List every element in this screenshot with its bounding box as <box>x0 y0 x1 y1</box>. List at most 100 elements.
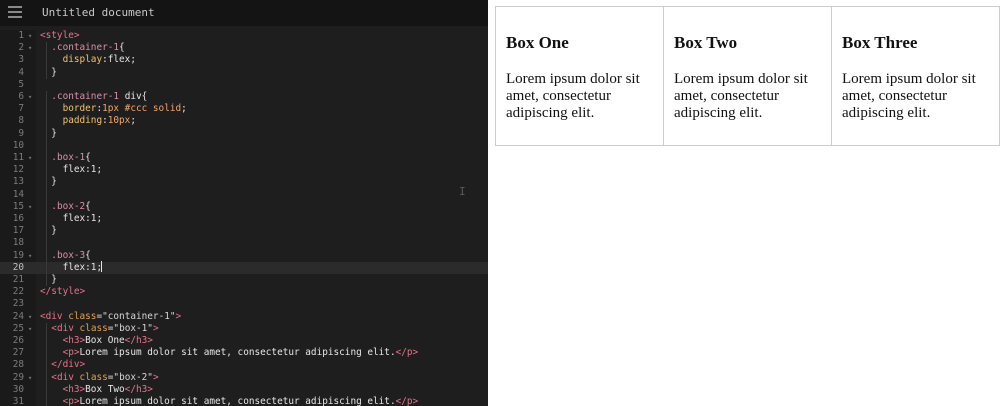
line-number: 28 <box>12 359 24 371</box>
code-line[interactable]: 15 ▾ .box-2{ <box>0 201 488 213</box>
code-line[interactable]: 9 } <box>0 128 488 140</box>
fold-arrow-icon[interactable]: ▾ <box>28 152 32 164</box>
line-number: 15 <box>12 200 24 212</box>
code-line[interactable]: 19 ▾ .box-3{ <box>0 250 488 262</box>
code-line[interactable]: 11 ▾ .box-1{ <box>0 152 488 164</box>
fold-arrow-icon[interactable]: ▾ <box>28 42 32 54</box>
fold-arrow-icon[interactable]: ▾ <box>28 91 32 103</box>
line-number: 16 <box>12 213 24 224</box>
code-text: } <box>51 225 57 237</box>
code-text: <div class="box-2"> <box>51 371 159 383</box>
code-text: </style> <box>40 286 86 298</box>
code-text: .box-3{ <box>51 249 91 261</box>
preview-pane: Box One Lorem ipsum dolor sit amet, cons… <box>488 0 1000 406</box>
indent-guide <box>46 322 47 406</box>
indent-guide <box>46 42 47 79</box>
code-text: border:1px #ccc solid; <box>62 103 187 115</box>
code-line[interactable]: 5 <box>0 79 488 91</box>
code-line[interactable]: 12 flex:1; <box>0 164 488 176</box>
code-line[interactable]: 27 <p>Lorem ipsum dolor sit amet, consec… <box>0 347 488 359</box>
code-line[interactable]: 18 <box>0 237 488 249</box>
box-paragraph: Lorem ipsum dolor sit amet, consectetur … <box>842 71 976 121</box>
line-number: 24 <box>12 310 24 322</box>
line-number: 27 <box>12 347 24 359</box>
code-line[interactable]: 23 <box>0 298 488 310</box>
code-text: display:flex; <box>62 54 136 66</box>
fold-arrow-icon[interactable]: ▾ <box>28 311 32 323</box>
code-text: .container-1{ <box>51 42 125 54</box>
code-line[interactable]: 13 } <box>0 176 488 188</box>
code-line[interactable]: 1 ▾ <style> <box>0 30 488 42</box>
document-title[interactable]: Untitled document <box>42 6 155 19</box>
code-line[interactable]: 3 display:flex; <box>0 54 488 66</box>
fold-arrow-icon[interactable]: ▾ <box>28 30 32 42</box>
code-text: <h3>Box One</h3> <box>62 335 153 346</box>
code-text: <div class="container-1"> <box>40 310 182 322</box>
indent-guide <box>46 91 47 287</box>
hamburger-menu-icon[interactable] <box>8 6 22 18</box>
code-area[interactable]: 1 ▾ <style> 2 ▾ .container-1{3 display:flex;… <box>0 30 488 406</box>
code-text: <style> <box>40 30 80 41</box>
line-number: 26 <box>12 335 24 346</box>
editor-toolbar: Untitled document <box>0 0 488 26</box>
code-line[interactable]: 20 flex:1; <box>0 261 488 274</box>
line-number: 14 <box>12 188 24 200</box>
code-line[interactable]: 24 ▾ <div class="container-1"> <box>0 311 488 323</box>
code-text: flex:1; <box>62 261 103 273</box>
mouse-ibeam-cursor-icon: I <box>459 185 466 198</box>
code-line[interactable]: 7 border:1px #ccc solid; <box>0 103 488 115</box>
code-line[interactable]: 16 flex:1; <box>0 213 488 225</box>
line-number: 25 <box>12 322 24 334</box>
line-number: 4 <box>18 66 24 78</box>
line-number: 7 <box>18 103 24 115</box>
code-line[interactable]: 31 <p>Lorem ipsum dolor sit amet, consec… <box>0 396 488 406</box>
box-one: Box One Lorem ipsum dolor sit amet, cons… <box>495 6 664 146</box>
code-line[interactable]: 17 } <box>0 225 488 237</box>
line-number: 3 <box>18 54 24 66</box>
line-number: 23 <box>12 298 24 310</box>
line-number: 1 <box>18 30 24 41</box>
code-line[interactable]: 6 ▾ .container-1 div{ <box>0 91 488 103</box>
line-number: 20 <box>12 261 24 273</box>
fold-arrow-icon[interactable]: ▾ <box>28 250 32 262</box>
line-number: 10 <box>12 139 24 151</box>
code-line[interactable]: 10 <box>0 140 488 152</box>
line-number: 29 <box>12 371 24 383</box>
line-number: 13 <box>12 176 24 188</box>
line-number: 8 <box>18 115 24 127</box>
text-cursor <box>101 261 102 272</box>
code-text: flex:1; <box>62 164 103 176</box>
box-heading: Box Three <box>842 33 918 52</box>
line-number: 22 <box>12 286 24 298</box>
line-number: 30 <box>12 383 24 395</box>
line-number: 18 <box>12 237 24 249</box>
code-line[interactable]: 30 <h3>Box Two</h3> <box>0 384 488 396</box>
fold-arrow-icon[interactable]: ▾ <box>28 323 32 335</box>
line-number: 17 <box>12 225 24 237</box>
code-line[interactable]: 28 </div> <box>0 359 488 371</box>
fold-arrow-icon[interactable]: ▾ <box>28 201 32 213</box>
box-two: Box Two Lorem ipsum dolor sit amet, cons… <box>664 6 832 146</box>
code-line[interactable]: 2 ▾ .container-1{ <box>0 42 488 54</box>
code-line[interactable]: 29 ▾ <div class="box-2"> <box>0 372 488 384</box>
code-text: } <box>51 274 57 285</box>
line-number: 21 <box>12 274 24 285</box>
fold-arrow-icon[interactable]: ▾ <box>28 372 32 384</box>
code-text: padding:10px; <box>62 115 136 127</box>
code-line[interactable]: 25 ▾ <div class="box-1"> <box>0 323 488 335</box>
code-text: .box-2{ <box>51 200 91 212</box>
line-number: 11 <box>12 152 24 163</box>
line-number: 2 <box>18 42 24 54</box>
line-number: 6 <box>18 91 24 102</box>
code-line[interactable]: 14 <box>0 189 488 201</box>
code-editor[interactable]: Untitled document 1 ▾ <style> 2 ▾ .container… <box>0 0 488 406</box>
code-line[interactable]: 26 <h3>Box One</h3> <box>0 335 488 347</box>
code-text: <div class="box-1"> <box>51 322 159 334</box>
code-text: <p>Lorem ipsum dolor sit amet, consectet… <box>62 396 419 406</box>
code-text: } <box>51 66 57 78</box>
code-line[interactable]: 21 } <box>0 274 488 286</box>
code-line[interactable]: 8 padding:10px; <box>0 115 488 127</box>
code-line[interactable]: 4 } <box>0 67 488 79</box>
code-line[interactable]: 22 </style> <box>0 286 488 298</box>
box-three: Box Three Lorem ipsum dolor sit amet, co… <box>832 6 1000 146</box>
